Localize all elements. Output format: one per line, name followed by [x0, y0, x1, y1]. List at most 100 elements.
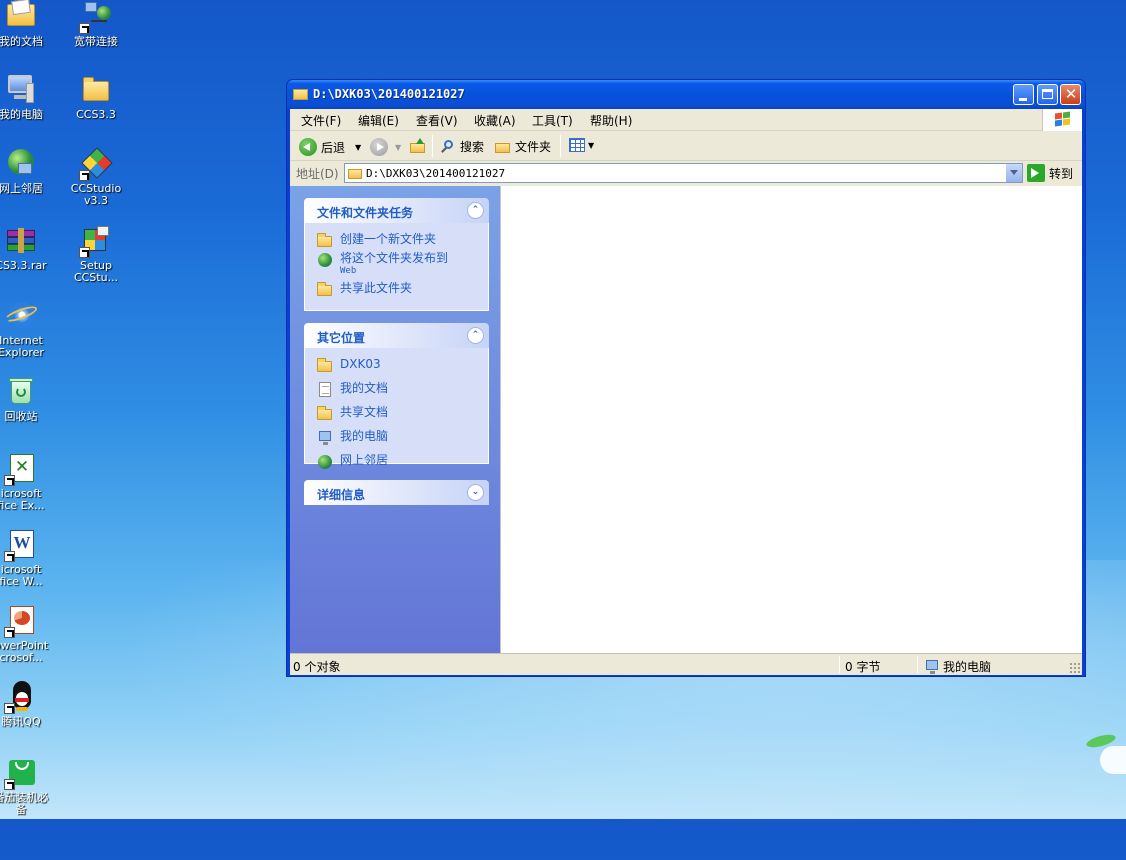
menu-view[interactable]: 查看(V) — [416, 112, 458, 129]
desktop-icon-my-documents[interactable]: 我的文档 — [0, 0, 57, 48]
desktop-icon-label: 网上邻居 — [0, 182, 43, 195]
computer-icon — [926, 659, 940, 674]
chevron-down-icon: ▼ — [355, 142, 362, 152]
folder-icon — [348, 167, 363, 179]
address-input[interactable]: D:\DXK03\201400121027 — [344, 163, 1023, 183]
desktop-icon-label: Setup CCStu... — [73, 259, 119, 284]
task-sublabel: Web — [340, 266, 357, 276]
panel-title: 其它位置 — [317, 331, 366, 345]
go-button[interactable]: 转到 — [1027, 164, 1073, 182]
desktop-icon-label: icrosoft fice W... — [0, 563, 43, 588]
task-new-folder[interactable]: 创建一个新文件夹 — [305, 231, 488, 250]
status-object-count: 0 个对象 — [293, 660, 341, 674]
chevron-down-icon: ▼ — [588, 140, 595, 150]
resize-grip[interactable] — [1069, 662, 1080, 673]
back-arrow-icon — [299, 138, 317, 156]
other-places-body: DXK03 我的文档 共享文档 我的电脑 网上邻居 — [304, 348, 489, 469]
address-dropdown-button[interactable] — [1005, 164, 1022, 182]
up-folder-button[interactable] — [410, 138, 426, 154]
other-places-panel: 其它位置 ⌃ DXK03 我的文档 共享文档 我的电脑 网上邻居 — [304, 323, 489, 469]
internet-explorer-icon — [3, 299, 39, 333]
excel-icon: ✕ — [4, 452, 38, 486]
details-header[interactable]: 详细信息 ⌄ — [304, 480, 489, 505]
computer-icon — [4, 73, 38, 107]
place-label: 我的文档 — [340, 381, 389, 395]
desktop-icon-broadband[interactable]: 宽带连接 — [60, 0, 132, 48]
place-label: 我的电脑 — [340, 429, 389, 443]
place-my-computer[interactable]: 我的电脑 — [305, 428, 488, 447]
desktop-icon-label: CCStudio v3.3 — [70, 182, 122, 207]
search-icon — [440, 139, 456, 155]
desktop-icon-powerpoint[interactable]: owerPoint crosof... — [0, 604, 57, 664]
other-places-header[interactable]: 其它位置 ⌃ — [304, 323, 489, 348]
desktop-icon-label: icrosoft fice Ex... — [0, 487, 45, 512]
desktop-icon-label: 腾讯QQ — [1, 715, 41, 728]
desktop-icon-my-computer[interactable]: 我的电脑 — [0, 73, 57, 121]
folder-open-icon — [293, 87, 309, 101]
place-label: 网上邻居 — [340, 453, 389, 467]
place-my-documents[interactable]: 我的文档 — [305, 380, 488, 399]
new-folder-icon — [317, 233, 333, 248]
network-places-icon — [317, 454, 333, 469]
place-label: DXK03 — [340, 357, 381, 371]
status-location: 我的电脑 — [926, 658, 991, 675]
file-list-pane[interactable] — [500, 186, 1082, 653]
desktop-icon-internet-explorer[interactable]: Internet Explorer — [0, 299, 57, 359]
back-label: 后退 — [321, 140, 346, 155]
place-dxk03[interactable]: DXK03 — [305, 356, 488, 375]
collapse-chevron-icon[interactable]: ⌃ — [467, 327, 484, 344]
explorer-window[interactable]: D:\DXK03\201400121027 ✕ 文件(F) 编辑(E) 查看(V… — [286, 79, 1086, 677]
folder-icon — [317, 406, 333, 421]
task-label: 共享此文件夹 — [340, 281, 413, 295]
windows-logo-icon — [1042, 109, 1082, 131]
documents-icon — [317, 382, 333, 397]
address-label: 地址(D) — [296, 167, 339, 181]
minimize-button[interactable] — [1013, 84, 1034, 105]
title-bar[interactable]: D:\DXK03\201400121027 ✕ — [287, 80, 1085, 109]
panel-title: 文件和文件夹任务 — [317, 206, 414, 220]
window-title: D:\DXK03\201400121027 — [313, 87, 465, 101]
desktop-icon-fanqie-installer[interactable]: 番茄装机必 备 — [0, 756, 57, 816]
place-shared-documents[interactable]: 共享文档 — [305, 404, 488, 423]
collapse-chevron-icon[interactable]: ⌃ — [467, 202, 484, 219]
desktop-icon-ccs33-rar[interactable]: CS3.3.rar — [0, 224, 57, 272]
task-publish-web[interactable]: 将这个文件夹发布到 Web — [305, 250, 488, 280]
close-button[interactable]: ✕ — [1060, 84, 1081, 105]
desktop-icon-excel[interactable]: ✕ icrosoft fice Ex... — [0, 452, 57, 512]
views-button[interactable]: ▼ — [569, 138, 594, 152]
desktop-icon-network-places[interactable]: 网上邻居 — [0, 147, 57, 195]
menu-tools[interactable]: 工具(T) — [532, 112, 573, 129]
desktop-icon-qq[interactable]: 腾讯QQ — [0, 680, 57, 728]
menu-favorites[interactable]: 收藏(A) — [474, 112, 516, 129]
forward-button[interactable]: ▼ — [370, 138, 401, 156]
folders-button[interactable]: 文件夹 — [495, 138, 551, 155]
place-network[interactable]: 网上邻居 — [305, 452, 488, 471]
desktop-icon-setup-ccstudio[interactable]: Setup CCStu... — [60, 224, 132, 284]
desktop-icon-recycle-bin[interactable]: 回收站 — [0, 375, 57, 423]
desktop-icon-label: Internet Explorer — [0, 334, 44, 359]
expand-chevron-icon[interactable]: ⌄ — [467, 484, 484, 501]
desktop-icon-label: 番茄装机必 备 — [0, 791, 49, 816]
back-button[interactable]: 后退 ▼ — [299, 138, 361, 156]
toolbar-separator — [560, 135, 561, 157]
address-bar: 地址(D) D:\DXK03\201400121027 转到 — [290, 161, 1082, 184]
powerpoint-icon — [4, 604, 38, 638]
menu-file[interactable]: 文件(F) — [301, 112, 341, 129]
desktop-icon-ccstudio[interactable]: CCStudio v3.3 — [60, 147, 132, 207]
menu-edit[interactable]: 编辑(E) — [358, 112, 399, 129]
go-arrow-icon — [1027, 164, 1045, 182]
content-area: 文件和文件夹任务 ⌃ 创建一个新文件夹 将这个文件夹发布到 Web 共享此文件夹… — [290, 186, 1082, 653]
menu-help[interactable]: 帮助(H) — [590, 112, 632, 129]
file-tasks-header[interactable]: 文件和文件夹任务 ⌃ — [304, 198, 489, 223]
folder-icon — [317, 358, 333, 373]
maximize-button[interactable] — [1037, 84, 1058, 105]
search-button[interactable]: 搜索 — [440, 138, 484, 155]
task-share-folder[interactable]: 共享此文件夹 — [305, 280, 488, 299]
folders-label: 文件夹 — [515, 140, 552, 154]
folder-icon — [79, 73, 113, 107]
desktop-icon-word[interactable]: W icrosoft fice W... — [0, 528, 57, 588]
desktop-icon-label: 宽带连接 — [74, 35, 118, 48]
file-tasks-body: 创建一个新文件夹 将这个文件夹发布到 Web 共享此文件夹 — [304, 223, 489, 311]
desktop-icon-ccs33-folder[interactable]: CCS3.3 — [60, 73, 132, 121]
standard-toolbar: 后退 ▼ ▼ 搜索 文件夹 ▼ — [290, 131, 1082, 161]
